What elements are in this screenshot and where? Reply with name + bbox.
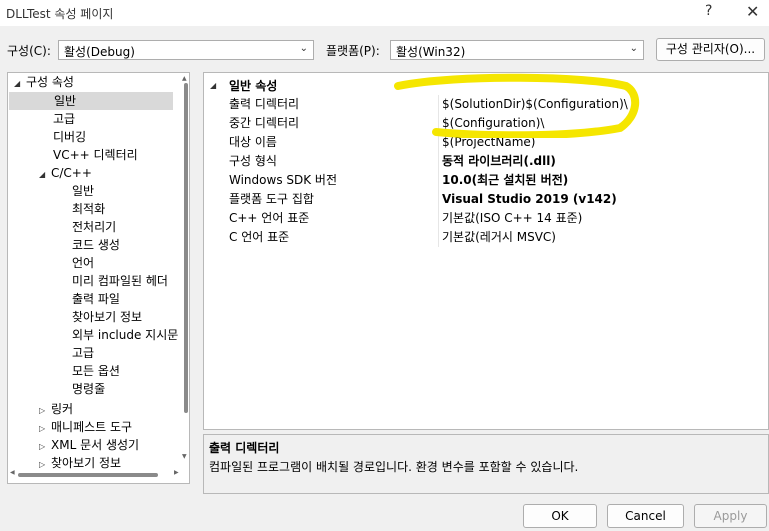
tree-item-optimization[interactable]: 최적화 — [72, 200, 105, 218]
tree-vertical-scrollbar[interactable]: ▲ ▼ — [182, 75, 189, 461]
grid-row-platform-toolset[interactable]: 플랫폼 도구 집합 Visual Studio 2019 (v142) — [204, 190, 768, 209]
tree-item-code-generation[interactable]: 코드 생성 — [72, 236, 120, 254]
triangle-expanded-icon[interactable]: ◢ — [14, 75, 26, 93]
tree-item-general[interactable]: 일반 — [9, 92, 173, 110]
grid-row-intermediate-directory[interactable]: 중간 디렉터리 $(Configuration)\ — [204, 114, 768, 133]
grid-category-label: 일반 속성 — [229, 79, 278, 93]
tree-item-language[interactable]: 언어 — [72, 254, 94, 272]
scrollbar-thumb[interactable] — [18, 473, 158, 477]
property-grid: ◢ 일반 속성 출력 디렉터리 $(SolutionDir)$(Configur… — [203, 72, 769, 430]
config-manager-button[interactable]: 구성 관리자(O)... — [656, 38, 765, 61]
description-title: 출력 디렉터리 — [209, 441, 280, 455]
apply-button[interactable]: Apply — [694, 504, 767, 528]
config-label: 구성(C): — [7, 44, 51, 58]
tree-item-vc-directories[interactable]: VC++ 디렉터리 — [53, 146, 138, 164]
grid-row-windows-sdk-version[interactable]: Windows SDK 버전 10.0(최근 설치된 버전) — [204, 171, 768, 190]
tree-item-xml-doc-generator[interactable]: ▷ XML 문서 생성기 — [39, 436, 139, 454]
platform-value: 활성(Win32) — [396, 45, 466, 59]
tree-item-cpp[interactable]: ◢ C/C++ — [39, 164, 92, 182]
tree-item-manifest-tool[interactable]: ▷ 매니페스트 도구 — [39, 418, 132, 436]
tree-item-precompiled-headers[interactable]: 미리 컴파일된 헤더 — [72, 272, 168, 290]
tree-item-cpp-advanced[interactable]: 고급 — [72, 344, 94, 362]
scroll-up-icon[interactable]: ▲ — [182, 75, 187, 82]
grid-row-cpp-language-standard[interactable]: C++ 언어 표준 기본값(ISO C++ 14 표준) — [204, 209, 768, 228]
tree-item-debugging[interactable]: 디버깅 — [53, 128, 86, 146]
window-title: DLLTest 속성 페이지 — [6, 7, 114, 21]
config-value: 활성(Debug) — [64, 45, 135, 59]
tree-item-external-includes[interactable]: 외부 include 지시문 — [72, 326, 178, 344]
platform-dropdown[interactable]: 활성(Win32) ⌄ — [390, 40, 644, 60]
ok-button[interactable]: OK — [523, 504, 597, 528]
chevron-down-icon: ⌄ — [299, 43, 308, 54]
grid-row-configuration-type[interactable]: 구성 형식 동적 라이브러리(.dll) — [204, 152, 768, 171]
grid-row-c-language-standard[interactable]: C 언어 표준 기본값(레거시 MSVC) — [204, 228, 768, 247]
tree-item-output-files[interactable]: 출력 파일 — [72, 290, 120, 308]
chevron-down-icon: ⌄ — [629, 43, 638, 54]
tree-item-browse-info[interactable]: 찾아보기 정보 — [72, 308, 142, 326]
help-icon[interactable]: ? — [705, 3, 712, 19]
scroll-left-icon[interactable]: ◀ — [10, 469, 15, 476]
triangle-expanded-icon[interactable]: ◢ — [39, 166, 51, 184]
close-icon[interactable]: ✕ — [746, 2, 759, 21]
grid-category[interactable]: ◢ 일반 속성 — [204, 77, 768, 95]
config-dropdown[interactable]: 활성(Debug) ⌄ — [58, 40, 314, 60]
scroll-down-icon[interactable]: ▼ — [182, 453, 187, 460]
tree-item-linker[interactable]: ▷ 링커 — [39, 400, 73, 418]
tree-item-command-line[interactable]: 명령줄 — [72, 380, 105, 398]
description-panel: 출력 디렉터리 컴파일된 프로그램이 배치될 경로입니다. 환경 변수를 포함할… — [203, 434, 769, 494]
description-body: 컴파일된 프로그램이 배치될 경로입니다. 환경 변수를 포함할 수 있습니다. — [209, 460, 579, 474]
scrollbar-thumb[interactable] — [184, 83, 188, 413]
grid-row-target-name[interactable]: 대상 이름 $(ProjectName) — [204, 133, 768, 152]
property-tree: ◢ 구성 속성 일반 고급 디버깅 VC++ 디렉터리 ◢ C/C++ 일반 최적화… — [7, 72, 190, 484]
tree-item-advanced[interactable]: 고급 — [53, 110, 75, 128]
platform-label: 플랫폼(P): — [326, 44, 380, 58]
tree-item-preprocessor[interactable]: 전처리기 — [72, 218, 116, 236]
tree-horizontal-scrollbar[interactable]: ◀ ▶ — [10, 469, 182, 479]
tree-item-all-options[interactable]: 모든 옵션 — [72, 362, 120, 380]
cancel-button[interactable]: Cancel — [607, 504, 684, 528]
triangle-expanded-icon[interactable]: ◢ — [210, 77, 216, 95]
tree-item-cpp-general[interactable]: 일반 — [72, 182, 94, 200]
grid-row-output-directory[interactable]: 출력 디렉터리 $(SolutionDir)$(Configuration)\ — [204, 95, 768, 114]
tree-item-config-props[interactable]: ◢ 구성 속성 — [14, 73, 74, 91]
scroll-right-icon[interactable]: ▶ — [174, 469, 179, 476]
title-bar: DLLTest 속성 페이지 ? ✕ — [0, 0, 769, 26]
